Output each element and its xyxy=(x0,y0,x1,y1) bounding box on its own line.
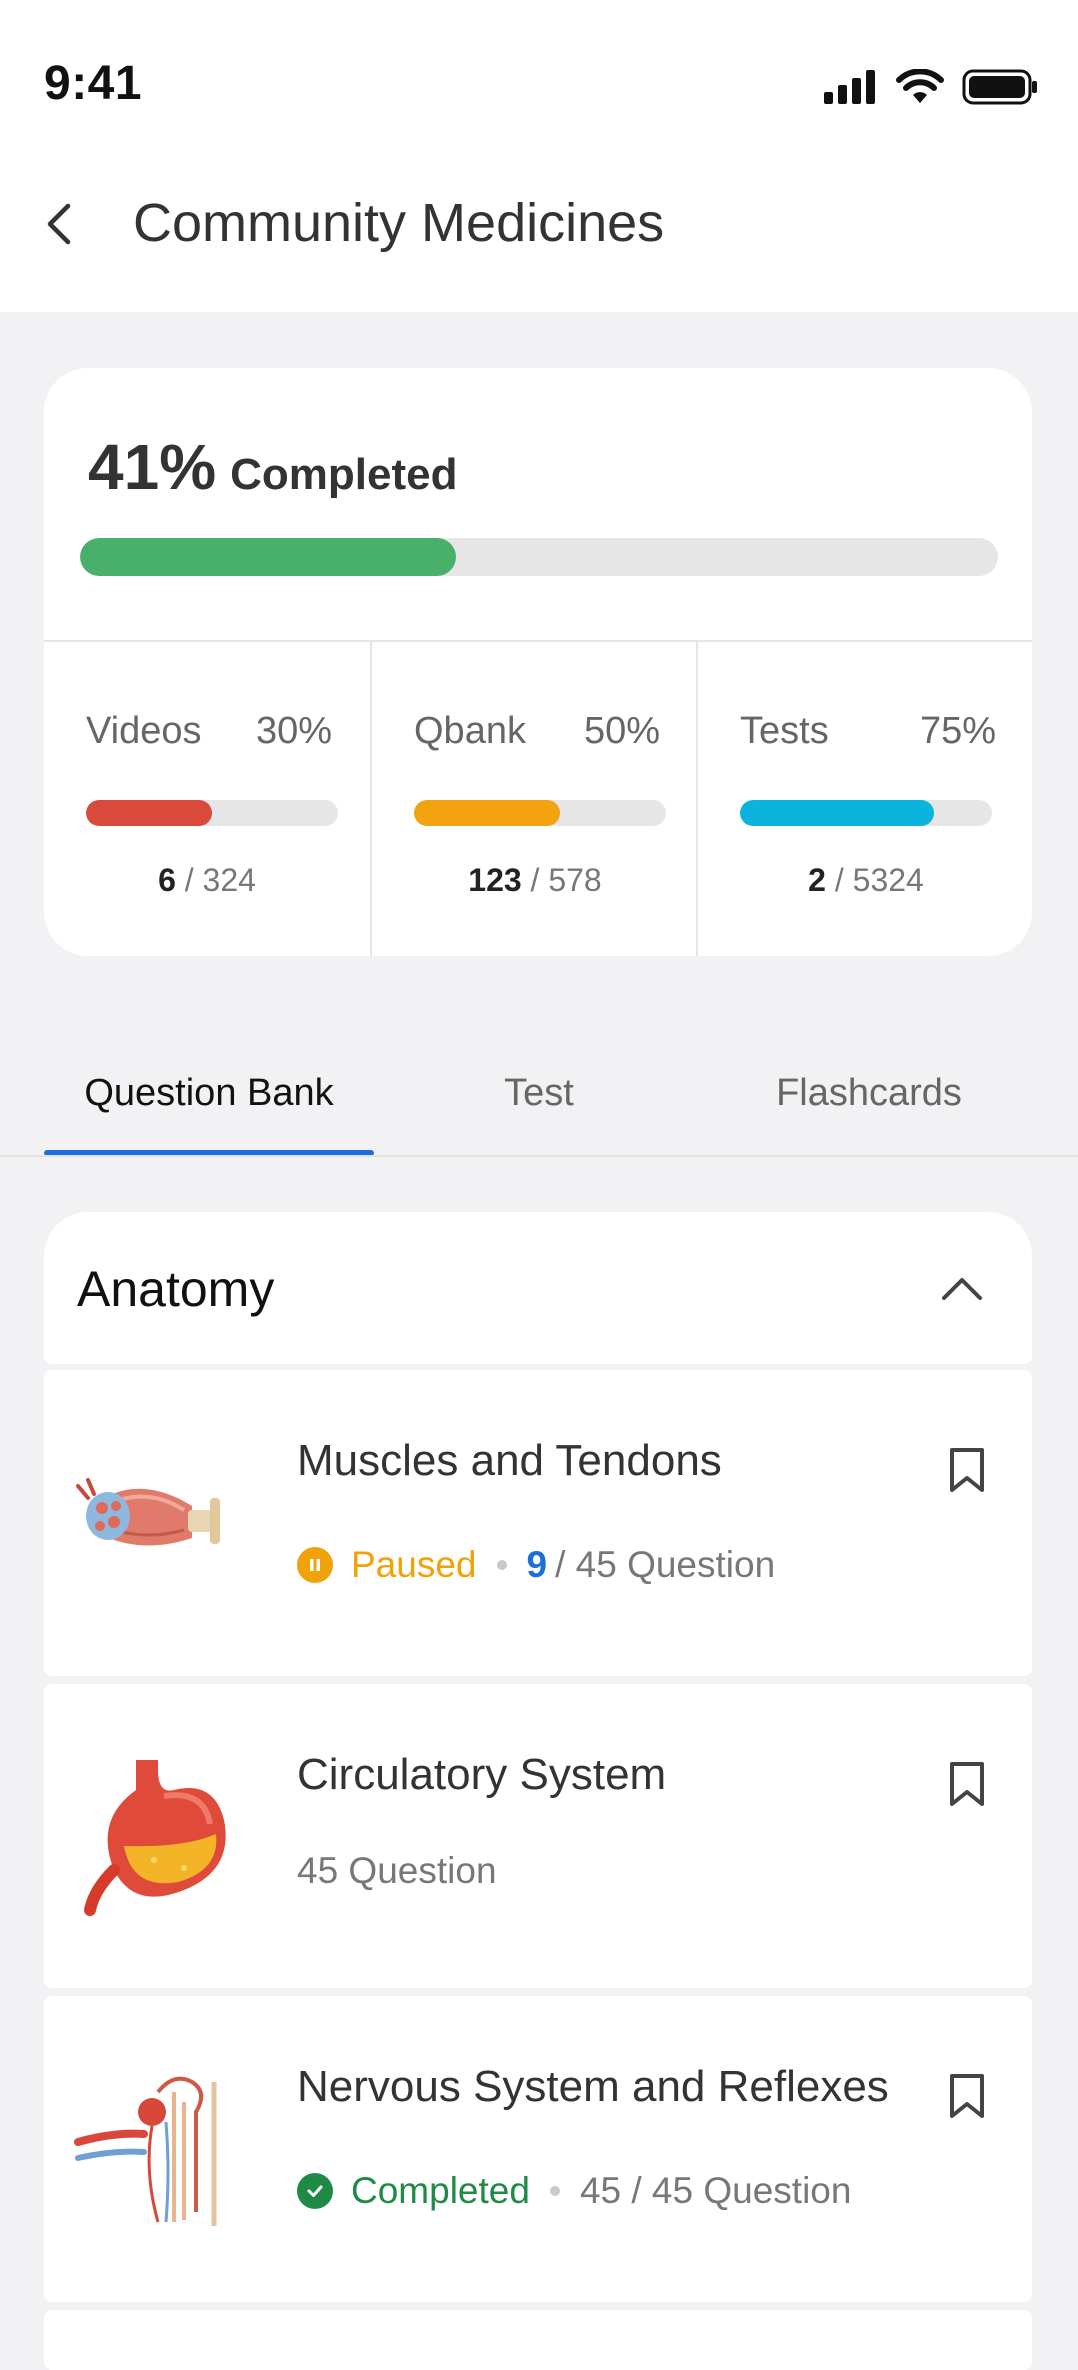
battery-icon xyxy=(962,69,1037,105)
page-title: Community Medicines xyxy=(133,193,665,253)
signal-icon xyxy=(824,70,875,104)
status-icons xyxy=(824,62,1038,112)
stat-qbank[interactable]: Qbank 50% 123 / 578 xyxy=(370,642,698,956)
tab-question-bank[interactable]: Question Bank xyxy=(44,1030,374,1156)
list-item[interactable]: Nervous System and Reflexes Completed 45… xyxy=(44,1996,1032,2302)
item-meta: 45 Question xyxy=(297,1850,497,1892)
bookmark-icon[interactable] xyxy=(946,1760,988,1808)
section-title: Anatomy xyxy=(77,1261,275,1317)
stat-count: 2 / 5324 xyxy=(698,862,1032,899)
stat-name: Videos xyxy=(86,710,202,752)
bookmark-icon[interactable] xyxy=(946,2072,988,2120)
wifi-icon xyxy=(896,69,944,103)
stat-progress-fill xyxy=(740,800,935,826)
check-circle-icon xyxy=(297,2173,333,2209)
status-label: Completed xyxy=(351,2170,530,2211)
stat-tests[interactable]: Tests 75% 2 / 5324 xyxy=(696,642,1032,956)
completed-label: Completed xyxy=(230,450,458,499)
stat-total: / 324 xyxy=(184,862,256,898)
overall-progress-fill xyxy=(80,538,457,576)
item-title: Nervous System and Reflexes xyxy=(297,2062,889,2111)
stat-progress-bar xyxy=(740,800,992,826)
overall-percent: 41% xyxy=(88,431,217,503)
overall-progress-bar xyxy=(80,538,998,576)
collapse-button[interactable] xyxy=(932,1262,992,1314)
item-meta: Completed 45 / 45 Question xyxy=(297,2170,851,2212)
stat-progress-bar xyxy=(414,800,666,826)
stat-done: 2 xyxy=(808,862,826,898)
item-title: Circulatory System xyxy=(297,1750,667,1799)
item-title: Muscles and Tendons xyxy=(297,1436,722,1485)
item-meta: Paused 9 / 45 Question xyxy=(297,1544,775,1586)
pause-icon xyxy=(297,1547,333,1583)
bookmark-icon[interactable] xyxy=(946,1446,988,1494)
stat-done: 123 xyxy=(468,862,522,898)
question-count: / 45 Question xyxy=(555,1544,776,1585)
muscle-illustration-icon xyxy=(76,1478,220,1546)
stat-count: 6 / 324 xyxy=(44,862,370,899)
stat-videos[interactable]: Videos 30% 6 / 324 xyxy=(44,642,370,956)
question-count: 45 / 45 Question xyxy=(579,2170,852,2211)
stat-total: / 5324 xyxy=(834,862,924,898)
list-item[interactable]: Circulatory System 45 Question xyxy=(44,1684,1032,1988)
stat-percent: 75% xyxy=(919,710,996,752)
stat-done: 6 xyxy=(158,862,176,898)
kidney-nephron-illustration-icon xyxy=(74,2076,217,2226)
stat-percent: 30% xyxy=(255,710,332,752)
back-button[interactable] xyxy=(44,196,84,252)
stat-percent: 50% xyxy=(583,710,660,752)
stat-progress-fill xyxy=(86,800,212,826)
separator-dot xyxy=(549,2186,560,2196)
section-header-anatomy[interactable]: Anatomy xyxy=(44,1212,1032,1364)
list-item[interactable] xyxy=(44,2310,1032,2370)
stat-count: 123 / 578 xyxy=(372,862,698,899)
stat-progress-bar xyxy=(86,800,338,826)
stat-name: Tests xyxy=(740,710,829,752)
tab-test[interactable]: Test xyxy=(374,1030,704,1156)
tab-flashcards[interactable]: Flashcards xyxy=(704,1030,1034,1156)
top-bar: 9:41 Community Medicines xyxy=(0,0,1078,312)
stat-progress-fill xyxy=(414,800,561,826)
overall-progress-text: 41% Completed xyxy=(88,430,457,504)
status-label: Paused xyxy=(351,1544,477,1585)
status-time: 9:41 xyxy=(44,57,143,110)
stat-total: / 578 xyxy=(530,862,602,898)
stomach-illustration-icon xyxy=(84,1760,226,1916)
chevron-up-icon xyxy=(942,1278,982,1300)
list-item[interactable]: Muscles and Tendons Paused 9 / 45 Questi… xyxy=(44,1370,1032,1676)
progress-summary-card: 41% Completed Videos 30% 6 / 324 Qbank 5… xyxy=(44,368,1032,956)
tabs-divider xyxy=(0,1155,1078,1157)
chevron-left-icon xyxy=(47,203,71,245)
answered-count: 9 xyxy=(526,1544,548,1585)
stat-name: Qbank xyxy=(414,710,526,752)
separator-dot xyxy=(496,1560,507,1570)
tab-bar: Question Bank Test Flashcards xyxy=(0,1030,1078,1156)
question-count: 45 Question xyxy=(297,1850,497,1891)
